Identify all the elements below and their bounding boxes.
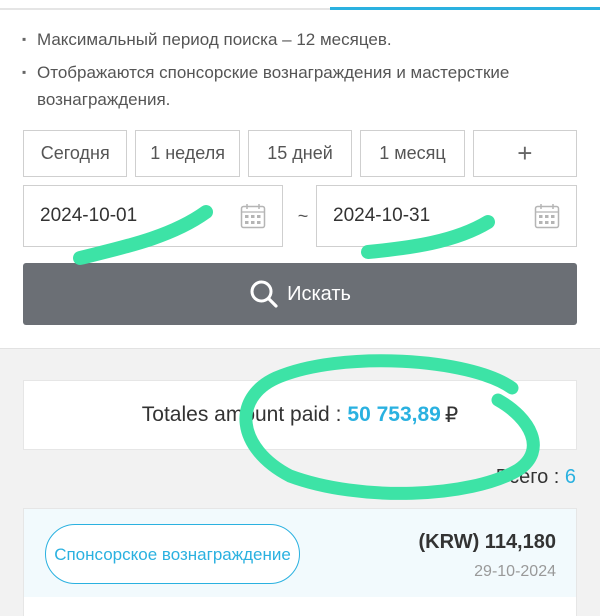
search-notes: ▪ Максимальный период поиска – 12 месяце… (22, 26, 582, 119)
period-selector: Сегодня 1 неделя 15 дней 1 месяц + (23, 130, 578, 177)
end-date-value: 2024-10-31 (333, 205, 431, 226)
period-week-button[interactable]: 1 неделя (135, 130, 240, 177)
record-date: 29-10-2024 (474, 563, 556, 580)
total-paid-box: Totales amount paid : 50 753,89 ₽ (23, 380, 577, 450)
period-month-button[interactable]: 1 месяц (360, 130, 465, 177)
search-button[interactable]: Искать (23, 263, 577, 325)
record-amount: (KRW) 114,180 (418, 531, 556, 553)
calendar-icon[interactable] (534, 203, 560, 229)
count-label: Всего : (495, 466, 565, 488)
total-amount: 50 753,89 (347, 403, 441, 426)
period-today-button[interactable]: Сегодня (23, 130, 128, 177)
tab-underline-inactive (0, 8, 330, 10)
results-count: Всего : 6 (496, 466, 576, 489)
period-15days-button[interactable]: 15 дней (247, 130, 353, 177)
top-tab-underline (0, 0, 600, 10)
total-label: Totales amount paid : (141, 403, 342, 426)
search-button-label: Искать (287, 282, 351, 305)
bullet-icon: ▪ (22, 65, 27, 79)
date-range: 2024-10-01 ~ 2024-10-31 (23, 185, 577, 247)
end-date-field[interactable]: 2024-10-31 (316, 185, 577, 247)
tab-underline-active (330, 7, 600, 10)
note-item: ▪ Отображаются спонсорские вознаграждени… (22, 59, 582, 113)
period-more-button[interactable]: + (472, 130, 578, 177)
calendar-icon[interactable] (240, 203, 266, 229)
reward-record[interactable]: Спонсорское вознаграждение (KRW) 114,180… (23, 508, 577, 616)
start-date-field[interactable]: 2024-10-01 (23, 185, 283, 247)
reward-type-badge: Спонсорское вознаграждение (45, 524, 300, 584)
record-header: Спонсорское вознаграждение (KRW) 114,180… (24, 509, 576, 597)
total-currency: ₽ (444, 403, 459, 427)
note-item: ▪ Максимальный период поиска – 12 месяце… (22, 26, 582, 53)
count-value: 6 (564, 466, 576, 488)
start-date-value: 2024-10-01 (40, 205, 138, 226)
search-icon (250, 280, 278, 308)
date-separator: ~ (297, 205, 309, 226)
note-text: Отображаются спонсорские вознаграждения … (37, 63, 510, 109)
bullet-icon: ▪ (22, 32, 27, 46)
note-text: Максимальный период поиска – 12 месяцев. (37, 30, 392, 49)
